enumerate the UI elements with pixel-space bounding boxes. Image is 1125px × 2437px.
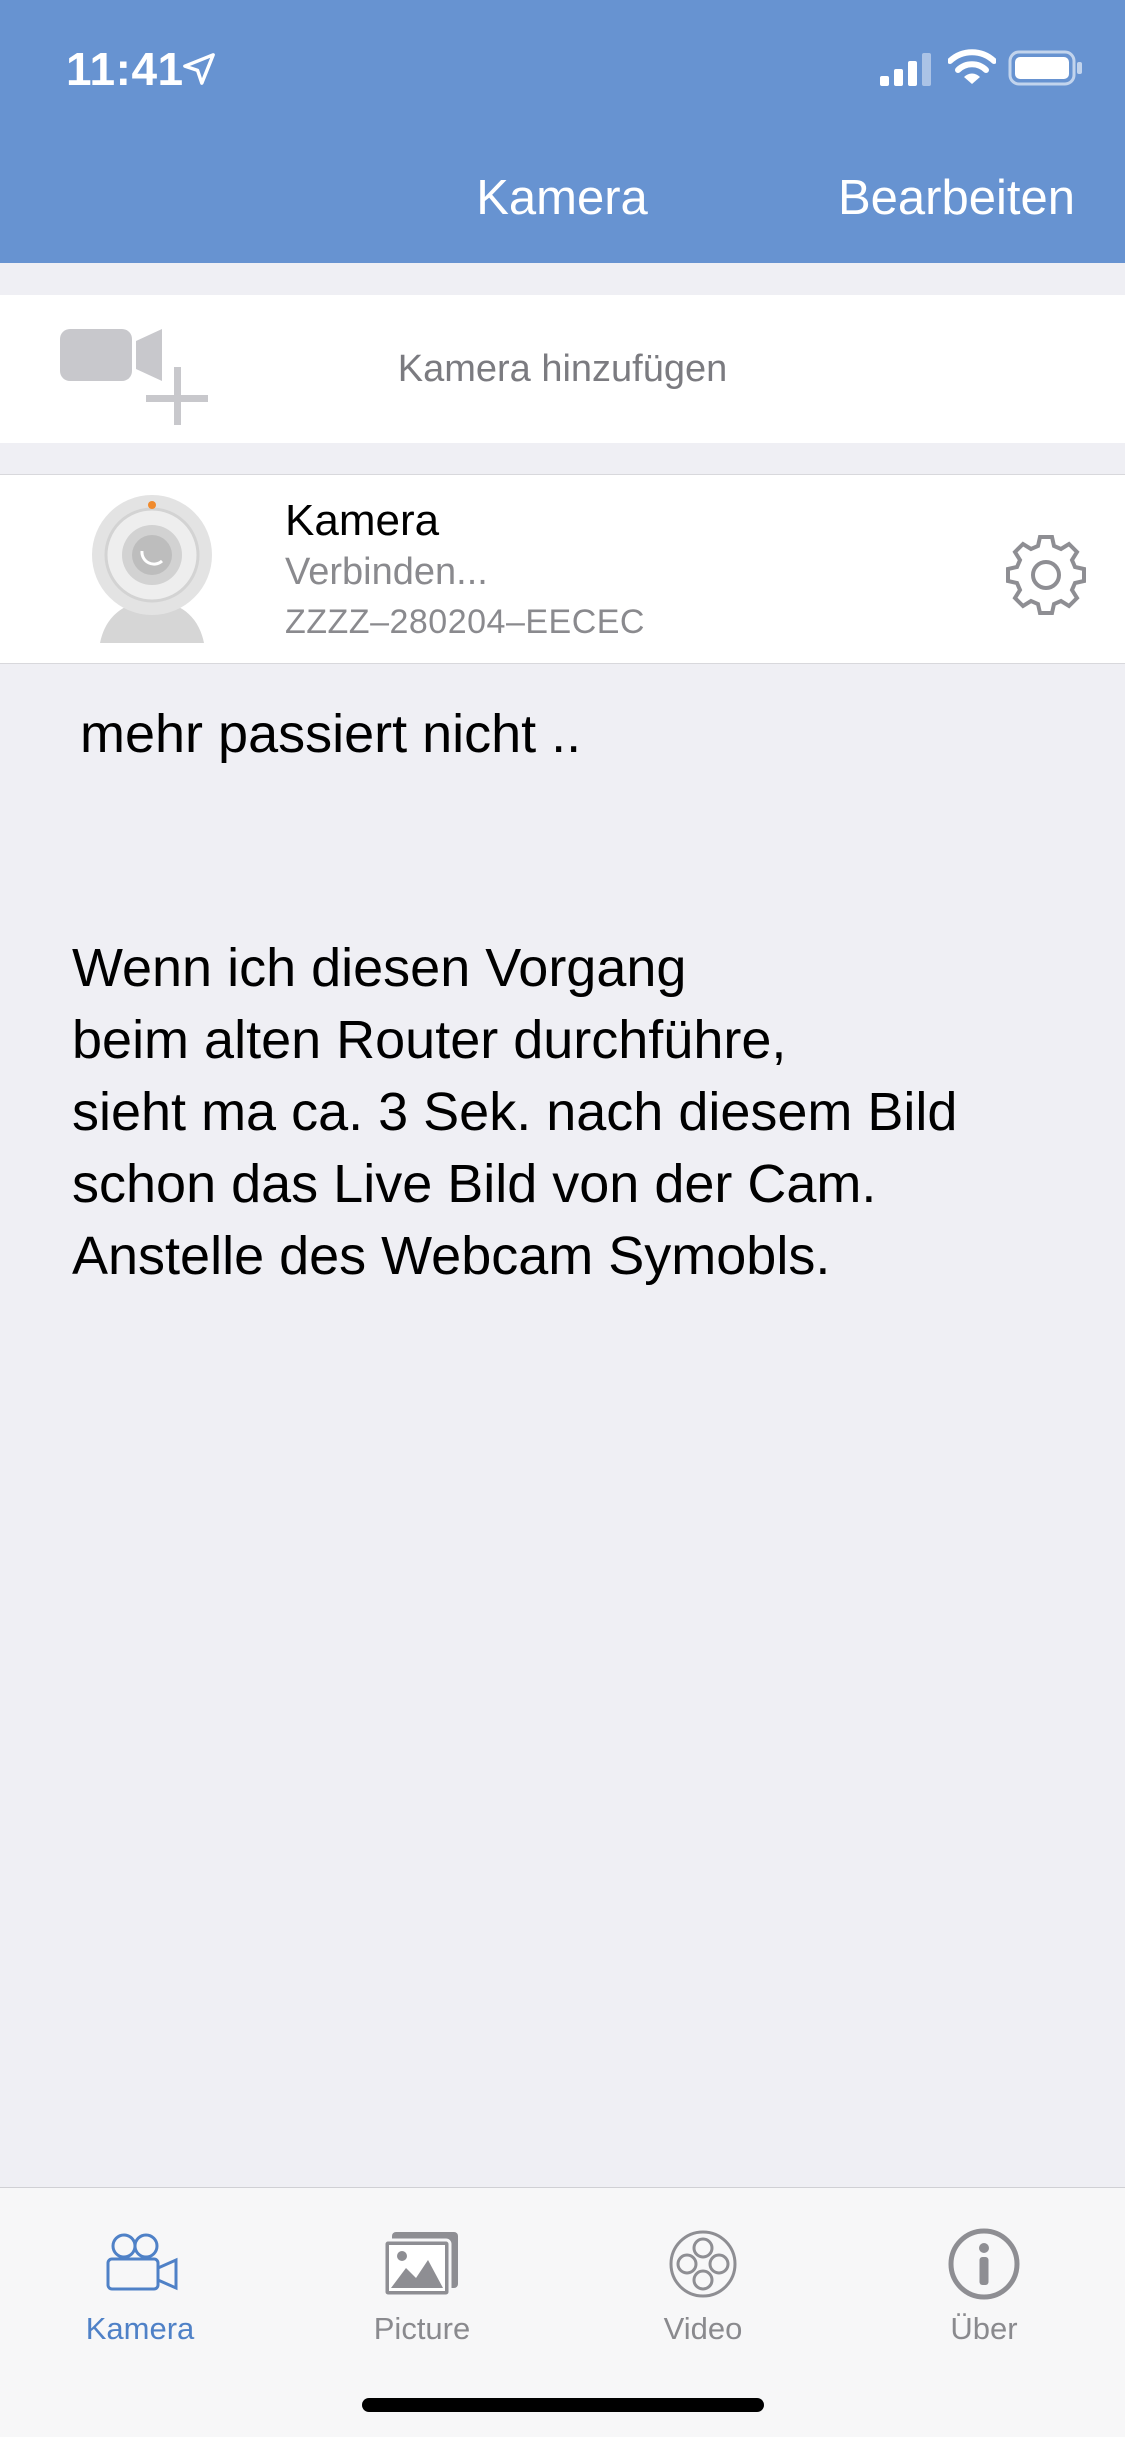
location-arrow-icon bbox=[183, 53, 215, 85]
tab-label: Picture bbox=[373, 2311, 471, 2346]
picture-icon bbox=[382, 2232, 458, 2298]
camera-id: ZZZZ–280204–EECEC bbox=[285, 603, 645, 641]
status-time: 11:41 bbox=[66, 43, 184, 95]
page-title: Kamera bbox=[476, 171, 648, 225]
camera-list-item[interactable]: Kamera Verbinden... ZZZZ–280204–EECEC bbox=[0, 474, 1125, 664]
home-indicator bbox=[362, 2398, 764, 2412]
battery-icon bbox=[1008, 50, 1082, 86]
gear-icon[interactable] bbox=[1006, 535, 1086, 615]
camera-status: Verbinden... bbox=[285, 551, 488, 593]
info-icon bbox=[948, 2228, 1020, 2300]
camera-name: Kamera bbox=[285, 496, 440, 545]
film-reel-icon bbox=[669, 2230, 737, 2298]
tab-video[interactable]: Video bbox=[603, 2208, 803, 2358]
annotation-line: beim alten Router durchführe, bbox=[72, 1010, 787, 1070]
tab-kamera[interactable]: Kamera bbox=[40, 2208, 240, 2358]
add-camera-row[interactable]: Kamera hinzufügen bbox=[0, 295, 1125, 443]
annotation-paragraph: Wenn ich diesen Vorgang beim alten Route… bbox=[72, 932, 957, 1292]
add-camera-icon bbox=[60, 329, 208, 425]
video-camera-icon bbox=[106, 2233, 178, 2291]
tab-label: Kamera bbox=[85, 2311, 195, 2346]
webcam-icon bbox=[92, 495, 212, 643]
annotation-line-1: mehr passiert nicht .. bbox=[80, 704, 582, 764]
edit-button[interactable]: Bearbeiten bbox=[838, 168, 1075, 228]
annotation-line: schon das Live Bild von der Cam. bbox=[72, 1154, 877, 1214]
annotation-line: sieht ma ca. 3 Sek. nach diesem Bild bbox=[72, 1082, 958, 1142]
annotation-line: Anstelle des Webcam Symobls. bbox=[72, 1226, 831, 1286]
tab-label: Video bbox=[663, 2311, 743, 2346]
wifi-icon bbox=[948, 49, 996, 84]
tab-info[interactable]: Über bbox=[884, 2208, 1084, 2358]
add-camera-label: Kamera hinzufügen bbox=[397, 348, 728, 390]
tab-label: Über bbox=[950, 2311, 1018, 2346]
cellular-signal-icon bbox=[880, 53, 931, 86]
tab-picture[interactable]: Picture bbox=[322, 2208, 522, 2358]
annotation-line: Wenn ich diesen Vorgang bbox=[72, 938, 687, 998]
nav-bar: 11:41 Kamera Bearbeiten bbox=[0, 0, 1125, 263]
